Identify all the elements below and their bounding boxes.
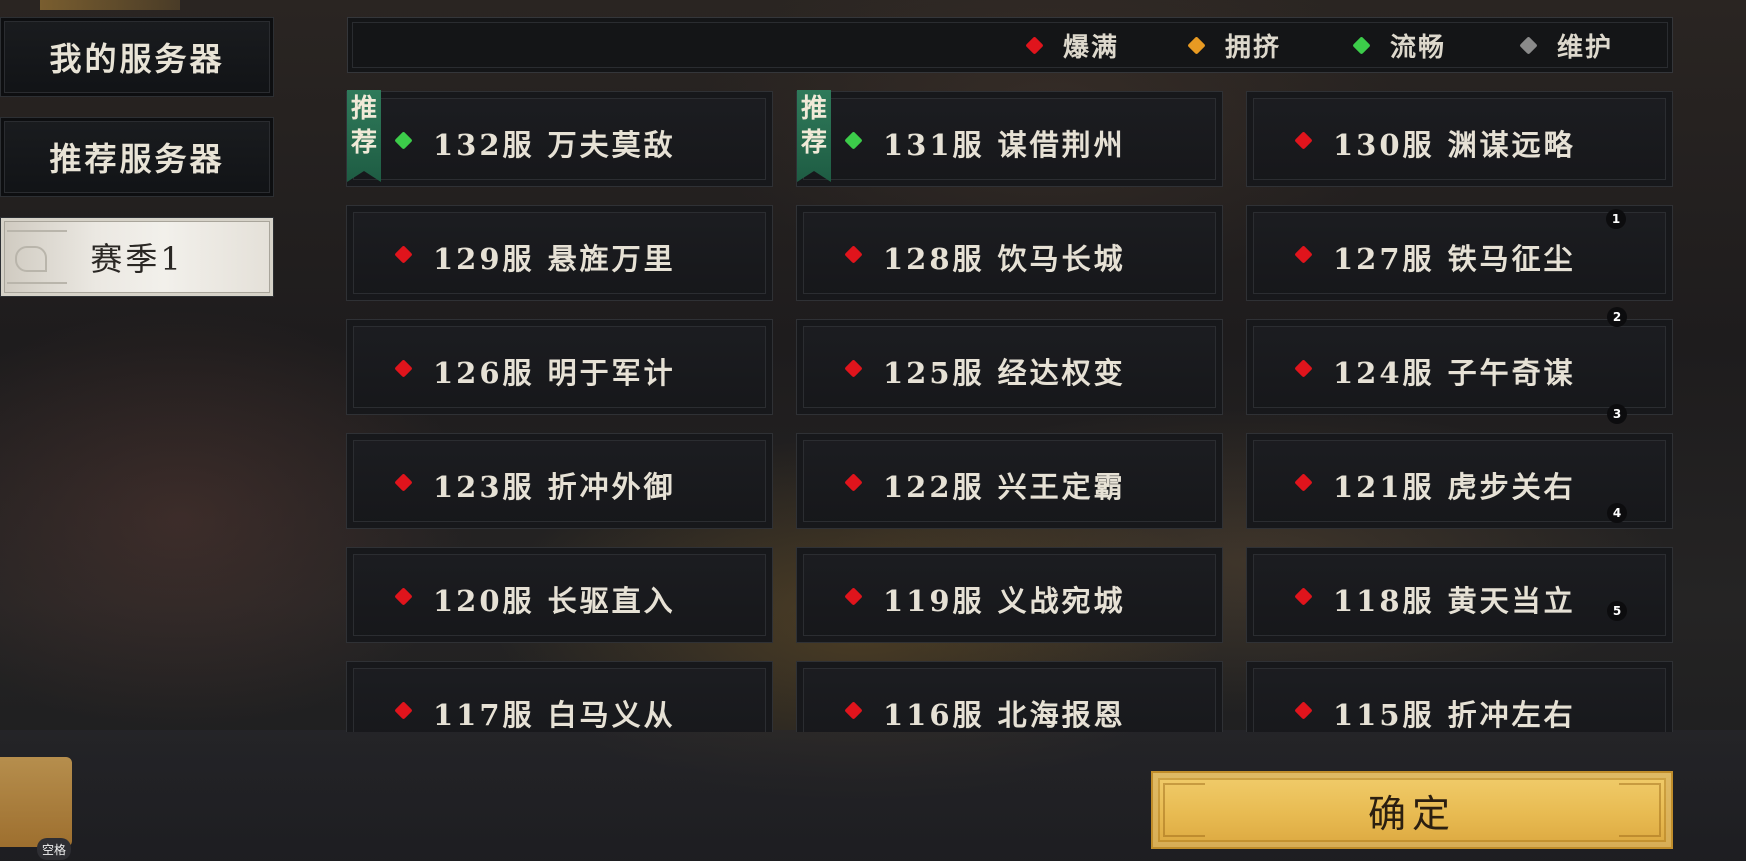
sidebar-item-recommended-servers[interactable]: 推荐服务器 bbox=[0, 117, 274, 197]
status-dot-icon bbox=[844, 245, 863, 264]
confirm-button[interactable]: 确定 bbox=[1151, 771, 1673, 849]
corner-thumbnail[interactable] bbox=[0, 757, 72, 847]
status-dot-icon bbox=[844, 587, 863, 606]
status-dot-icon bbox=[844, 131, 863, 150]
server-name: 125服 经达权变 bbox=[883, 356, 1126, 390]
status-dot-icon bbox=[394, 701, 413, 720]
server-name: 132服 万夫莫敌 bbox=[433, 128, 676, 162]
server-name: 118服 黄天当立 bbox=[1333, 584, 1576, 618]
status-dot-icon bbox=[1352, 35, 1371, 55]
server-name: 119服 义战宛城 bbox=[883, 584, 1126, 618]
server-card[interactable]: 120服 长驱直入 bbox=[346, 547, 773, 643]
status-dot-icon bbox=[394, 359, 413, 378]
server-card[interactable]: 129服 悬旌万里 bbox=[346, 205, 773, 301]
status-dot-icon bbox=[844, 701, 863, 720]
status-dot-icon bbox=[1294, 587, 1313, 606]
server-card[interactable]: 126服 明于军计 bbox=[346, 319, 773, 415]
recommend-tag: 推荐 bbox=[347, 90, 381, 182]
sidebar-item-label: 赛季1 bbox=[90, 240, 184, 278]
server-name: 124服 子午奇谋 bbox=[1333, 356, 1576, 390]
server-card[interactable]: 118服 黄天当立 bbox=[1246, 547, 1673, 643]
server-card[interactable]: 128服 饮马长城 bbox=[796, 205, 1223, 301]
server-card[interactable]: 推荐 131服 谋借荆州 bbox=[796, 90, 1223, 187]
server-card[interactable]: 115服 折冲左右 bbox=[1246, 661, 1673, 732]
status-dot-icon bbox=[1294, 359, 1313, 378]
server-select-screen: 我的服务器 推荐服务器 赛季1 爆满 拥挤 流畅 维护 推荐 132服 万夫莫敌推… bbox=[0, 0, 1746, 861]
server-name: 116服 北海报恩 bbox=[883, 698, 1126, 732]
recommend-tag-char: 推 bbox=[350, 94, 377, 124]
background-decor bbox=[40, 0, 180, 10]
legend-item-crowded: 拥挤 bbox=[1187, 30, 1281, 63]
recommend-tag: 推荐 bbox=[797, 90, 831, 182]
scroll-marker: 5 bbox=[1607, 601, 1627, 621]
status-legend: 爆满 拥挤 流畅 维护 bbox=[347, 17, 1673, 73]
status-dot-icon bbox=[1294, 245, 1313, 264]
legend-item-maintenance: 维护 bbox=[1519, 30, 1613, 63]
status-dot-icon bbox=[1294, 131, 1313, 150]
server-card[interactable]: 推荐 132服 万夫莫敌 bbox=[346, 90, 773, 187]
server-card[interactable]: 124服 子午奇谋 bbox=[1246, 319, 1673, 415]
legend-item-smooth: 流畅 bbox=[1352, 30, 1446, 63]
status-dot-icon bbox=[394, 245, 413, 264]
server-name: 121服 虎步关右 bbox=[1333, 470, 1576, 504]
legend-label: 爆满 bbox=[1063, 32, 1120, 63]
spacebar-hint-label: 空格 bbox=[42, 842, 67, 857]
cloud-pattern-icon bbox=[7, 230, 67, 284]
server-card[interactable]: 119服 义战宛城 bbox=[796, 547, 1223, 643]
server-name: 131服 谋借荆州 bbox=[883, 128, 1126, 162]
server-name: 130服 渊谋远略 bbox=[1333, 128, 1576, 162]
server-card[interactable]: 122服 兴王定霸 bbox=[796, 433, 1223, 529]
server-name: 117服 白马义从 bbox=[433, 698, 676, 732]
status-dot-icon bbox=[1294, 473, 1313, 492]
recommend-tag-char: 推 bbox=[800, 94, 827, 124]
sidebar-item-season-1[interactable]: 赛季1 bbox=[0, 217, 274, 297]
server-card[interactable]: 123服 折冲外御 bbox=[346, 433, 773, 529]
server-name: 129服 悬旌万里 bbox=[433, 242, 676, 276]
legend-label: 拥挤 bbox=[1225, 32, 1282, 63]
sidebar-item-my-servers[interactable]: 我的服务器 bbox=[0, 17, 274, 97]
server-card[interactable]: 117服 白马义从 bbox=[346, 661, 773, 732]
server-name: 120服 长驱直入 bbox=[433, 584, 676, 618]
server-name: 122服 兴王定霸 bbox=[883, 470, 1126, 504]
sidebar-item-label: 推荐服务器 bbox=[49, 140, 225, 178]
status-dot-icon bbox=[394, 587, 413, 606]
server-card[interactable]: 116服 北海报恩 bbox=[796, 661, 1223, 732]
server-list[interactable]: 推荐 132服 万夫莫敌推荐 131服 谋借荆州 130服 渊谋远略 129服 悬旌万里… bbox=[340, 84, 1680, 732]
sidebar-item-label: 我的服务器 bbox=[49, 40, 225, 78]
server-card[interactable]: 130服 渊谋远略 bbox=[1246, 91, 1673, 187]
legend-label: 流畅 bbox=[1390, 32, 1447, 63]
scroll-marker: 1 bbox=[1606, 209, 1626, 229]
status-dot-icon bbox=[844, 359, 863, 378]
status-dot-icon bbox=[1025, 35, 1044, 55]
status-dot-icon bbox=[1294, 701, 1313, 720]
server-card[interactable]: 125服 经达权变 bbox=[796, 319, 1223, 415]
spacebar-hint-badge: 空格 bbox=[37, 838, 72, 860]
server-name: 126服 明于军计 bbox=[433, 356, 676, 390]
recommend-tag-char: 荐 bbox=[800, 128, 827, 158]
status-dot-icon bbox=[1187, 35, 1206, 55]
server-name: 127服 铁马征尘 bbox=[1333, 242, 1576, 276]
status-dot-icon bbox=[844, 473, 863, 492]
status-dot-icon bbox=[394, 473, 413, 492]
status-dot-icon bbox=[1519, 35, 1538, 55]
server-name: 115服 折冲左右 bbox=[1333, 698, 1576, 732]
legend-item-full: 爆满 bbox=[1025, 30, 1119, 63]
legend-label: 维护 bbox=[1557, 32, 1614, 63]
status-dot-icon bbox=[394, 131, 413, 150]
confirm-label: 确定 bbox=[1367, 791, 1456, 836]
scroll-marker: 2 bbox=[1607, 307, 1627, 327]
server-name: 128服 饮马长城 bbox=[883, 242, 1126, 276]
server-name: 123服 折冲外御 bbox=[433, 470, 676, 504]
recommend-tag-char: 荐 bbox=[350, 128, 377, 158]
scroll-marker: 3 bbox=[1607, 404, 1627, 424]
scroll-marker: 4 bbox=[1607, 503, 1627, 523]
